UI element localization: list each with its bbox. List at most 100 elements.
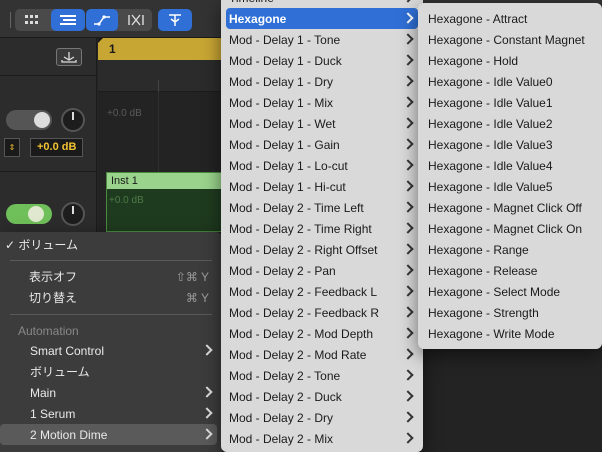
menu-separator: [10, 314, 212, 315]
menu-item-hexagone-parameter[interactable]: Hexagone - Hold: [423, 50, 597, 71]
menu-item-hexagone-parameter[interactable]: Hexagone - Write Mode: [423, 323, 597, 344]
menu-item-label: Mod - Delay 2 - Duck: [229, 389, 342, 404]
global-track-row: [0, 38, 97, 76]
menu-item-hexagone-parameter[interactable]: Hexagone - Attract: [423, 8, 597, 29]
menu-item-parameter[interactable]: Mod - Delay 1 - Gain: [226, 134, 418, 155]
menu-item-timeline-partial[interactable]: Timeline: [226, 0, 418, 8]
menu-item-hexagone-parameter[interactable]: Hexagone - Release: [423, 260, 597, 281]
menu-item-label: Mod - Delay 2 - Feedback R: [229, 305, 380, 320]
menu-item-parameter[interactable]: Mod - Delay 2 - Mod Rate: [226, 344, 418, 365]
menu-item-parameter[interactable]: Mod - Delay 1 - Hi-cut: [226, 176, 418, 197]
menu-item-parameter[interactable]: Mod - Delay 2 - Feedback L: [226, 281, 418, 302]
menu-item-serum[interactable]: 1 Serum: [5, 403, 217, 424]
menu-item-label: Mod - Delay 1 - Lo-cut: [229, 158, 348, 173]
menu-item-parameter[interactable]: Mod - Delay 1 - Lo-cut: [226, 155, 418, 176]
menu-item-parameter[interactable]: Mod - Delay 2 - Mix: [226, 428, 418, 449]
menu-item-hexagone-parameter[interactable]: Hexagone - Range: [423, 239, 597, 260]
automation-curve-icon: [94, 15, 110, 26]
automation-button[interactable]: [86, 9, 118, 31]
list-view-button[interactable]: [51, 9, 85, 31]
menu-item-display-off[interactable]: 表示オフ ⇧⌘ Y: [5, 266, 217, 287]
menu-item-label: Mod - Delay 1 - Hi-cut: [229, 179, 346, 194]
menu-item-label: ✓ ボリューム: [5, 238, 79, 252]
menu-item-hexagone-parameter[interactable]: Hexagone - Idle Value0: [423, 71, 597, 92]
menu-item-toggle[interactable]: 切り替え ⌘ Y: [5, 287, 217, 308]
menu-item-parameter[interactable]: Mod - Delay 2 - Time Left: [226, 197, 418, 218]
menu-item-parameter[interactable]: Mod - Delay 2 - Pan: [226, 260, 418, 281]
menu-item-hexagone-parameter[interactable]: Hexagone - Constant Magnet: [423, 29, 597, 50]
menu-item-hexagone[interactable]: Hexagone: [226, 8, 418, 29]
menu-item-label: Mod - Delay 1 - Wet: [229, 116, 336, 131]
menu-item-hexagone-parameter[interactable]: Hexagone - Idle Value5: [423, 176, 597, 197]
flex-icon: [128, 14, 144, 26]
menu-item-label: Mod - Delay 2 - Time Right: [229, 221, 372, 236]
ruler-bar-number: 1: [109, 42, 116, 56]
menu-item-main[interactable]: Main: [5, 382, 217, 403]
menu-item-volume-checked[interactable]: ✓ ボリューム: [5, 234, 217, 255]
automation-section-header: Automation: [18, 324, 79, 338]
track-1-volume-stepper[interactable]: ⇕: [4, 138, 20, 157]
menu-item-label: Mod - Delay 2 - Time Left: [229, 200, 364, 215]
menu-item-label: 切り替え: [29, 291, 78, 305]
chevron-right-icon: [402, 221, 414, 235]
menu-item-parameter[interactable]: Mod - Delay 1 - Tone: [226, 29, 418, 50]
menu-item-parameter[interactable]: Mod - Delay 2 - Tone: [226, 365, 418, 386]
menu-item-label: Mod - Delay 1 - Dry: [229, 74, 334, 89]
menu-item-hexagone-parameter[interactable]: Hexagone - Magnet Click On: [423, 218, 597, 239]
menu-item-hexagone-parameter[interactable]: Hexagone - Select Mode: [423, 281, 597, 302]
menu-item-parameter[interactable]: Mod - Delay 2 - Duck: [226, 386, 418, 407]
menu-item-parameter[interactable]: Mod - Delay 2 - Mod Depth: [226, 323, 418, 344]
menu-item-motion-dime[interactable]: 2 Motion Dime: [0, 424, 217, 445]
menu-item-smart-control[interactable]: Smart Control: [5, 340, 217, 361]
chevron-right-icon: [402, 11, 414, 25]
catch-button[interactable]: [158, 9, 192, 31]
menu-item-label: Mod - Delay 2 - Pan: [229, 263, 336, 278]
menu-item-label: ボリューム: [30, 365, 90, 379]
tray-icon: [61, 52, 77, 63]
menu-item-hexagone-parameter[interactable]: Hexagone - Idle Value3: [423, 134, 597, 155]
menu-item-label: Hexagone - Idle Value3: [428, 137, 553, 152]
menu-item-label: Hexagone - Write Mode: [428, 326, 555, 341]
track-2-toggle[interactable]: [6, 204, 52, 224]
menu-item-label: Mod - Delay 1 - Mix: [229, 95, 334, 110]
menu-item-hexagone-parameter[interactable]: Hexagone - Idle Value1: [423, 92, 597, 113]
track-1-pan-knob[interactable]: [61, 108, 85, 132]
menu-item-volume[interactable]: ボリューム: [5, 361, 217, 382]
menu-item-hexagone-parameter[interactable]: Hexagone - Strength: [423, 302, 597, 323]
menu-item-label: Mod - Delay 2 - Feedback L: [229, 284, 378, 299]
menu-item-label: Mod - Delay 2 - Dry: [229, 410, 334, 425]
list-icon: [60, 15, 76, 25]
chevron-right-icon: [402, 116, 414, 130]
menu-item-hexagone-parameter[interactable]: Hexagone - Idle Value2: [423, 113, 597, 134]
menu-item-label: Hexagone - Idle Value5: [428, 179, 553, 194]
edit-button-group: [86, 9, 152, 31]
track-2-pan-knob[interactable]: [61, 202, 85, 226]
menu-item-parameter[interactable]: Mod - Delay 1 - Wet: [226, 113, 418, 134]
track-1-volume-value[interactable]: +0.0 dB: [30, 138, 84, 157]
chevron-right-icon: [402, 410, 414, 424]
chevron-right-icon: [402, 305, 414, 319]
chevron-right-icon: [402, 284, 414, 298]
menu-item-label: Mod - Delay 2 - Tone: [229, 368, 341, 383]
chevron-right-icon: [402, 179, 414, 193]
menu-item-parameter[interactable]: Mod - Delay 2 - Feedback R: [226, 302, 418, 323]
menu-item-label: Mod - Delay 2 - Right Offset: [229, 242, 378, 257]
menu-item-parameter[interactable]: Mod - Delay 1 - Duck: [226, 50, 418, 71]
menu-item-parameter[interactable]: Mod - Delay 1 - Dry: [226, 71, 418, 92]
download-tray-button[interactable]: [56, 48, 82, 66]
flex-button[interactable]: [120, 9, 152, 31]
menu-item-label: Hexagone - Idle Value0: [428, 74, 553, 89]
shortcut-label: ⇧⌘ Y: [175, 269, 209, 284]
menu-item-hexagone-parameter[interactable]: Hexagone - Idle Value4: [423, 155, 597, 176]
menu-item-parameter[interactable]: Mod - Delay 2 - Time Right: [226, 218, 418, 239]
menu-item-label: Mod - Delay 2 - Mix: [229, 431, 334, 446]
menu-item-parameter[interactable]: Mod - Delay 2 - Dry: [226, 407, 418, 428]
menu-item-parameter[interactable]: Mod - Delay 1 - Mix: [226, 92, 418, 113]
track-1-toggle[interactable]: [6, 110, 52, 130]
menu-item-label: Hexagone - Select Mode: [428, 284, 561, 299]
menu-item-label: 1 Serum: [30, 406, 76, 421]
grid-view-button[interactable]: [15, 9, 49, 31]
menu-item-label: Mod - Delay 1 - Tone: [229, 32, 341, 47]
menu-item-parameter[interactable]: Mod - Delay 2 - Right Offset: [226, 239, 418, 260]
menu-item-hexagone-parameter[interactable]: Hexagone - Magnet Click Off: [423, 197, 597, 218]
